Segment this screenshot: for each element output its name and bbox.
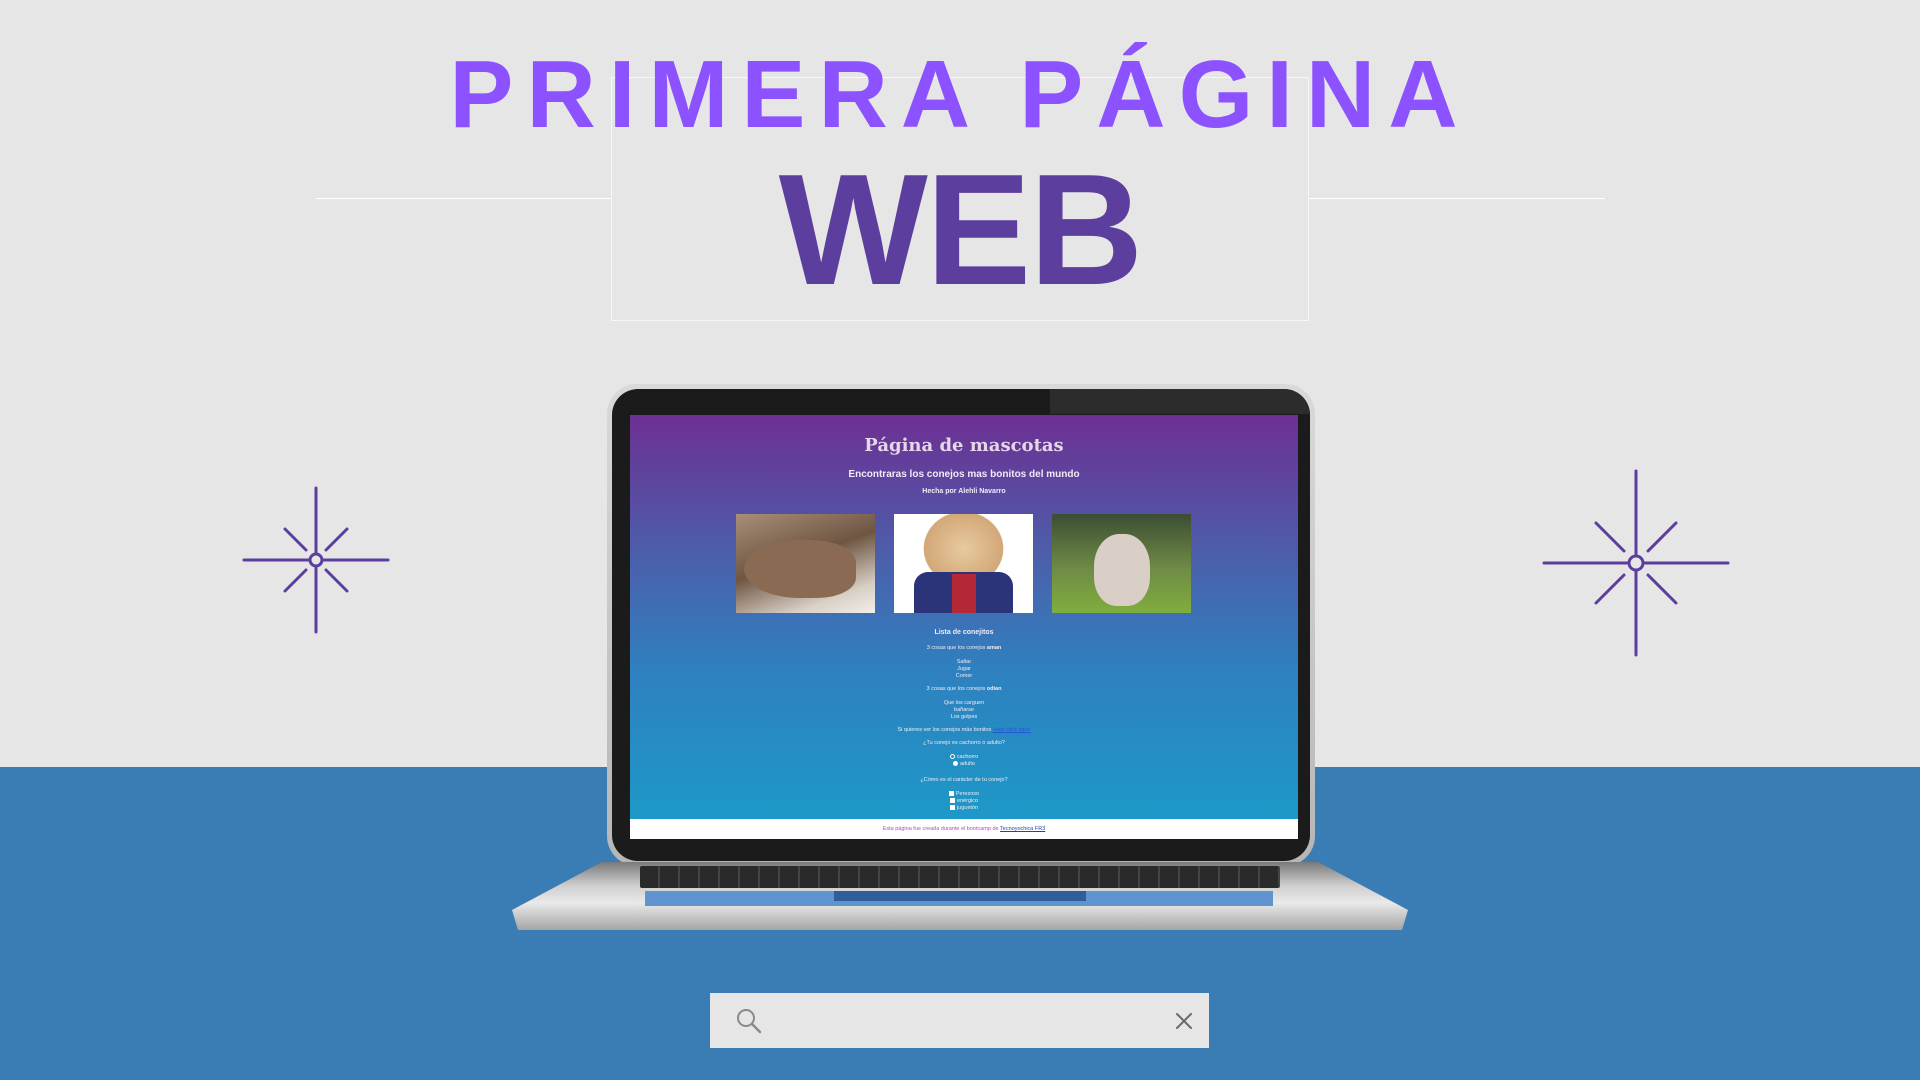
sparkle-left-icon xyxy=(242,486,390,634)
hates-line: 3 cosas que los conejos odian xyxy=(630,686,1298,693)
checkbox-label: Perezoso xyxy=(955,791,980,797)
screen-page-title: Página de mascotas xyxy=(864,435,1064,456)
list-item: Jugar xyxy=(957,666,971,672)
rabbit-shape xyxy=(744,540,856,598)
radio-option-adulto[interactable]: adulto xyxy=(630,761,1298,768)
loves-intro: 3 cosas que los conejos xyxy=(926,645,987,651)
laptop-keyboard xyxy=(640,866,1280,888)
lop-rabbit-shape xyxy=(1094,534,1150,606)
question-age: ¿Tu conejo es cachorro o adulto? xyxy=(923,740,1005,746)
checkbox-icon[interactable] xyxy=(949,805,955,811)
laptop-screen: Página de mascotas Encontraras los conej… xyxy=(630,415,1298,839)
puppy-in-suit-photo xyxy=(894,514,1033,613)
sparkle-right-icon xyxy=(1542,469,1730,657)
checkbox-option-energico[interactable]: enérgico xyxy=(630,798,1298,805)
list-heading: Lista de conejitos xyxy=(934,629,994,636)
screen-footer: Esta página fue creada durante el bootca… xyxy=(630,819,1298,839)
list-item: Comer xyxy=(955,673,973,679)
footer-text: Esta página fue creada durante el bootca… xyxy=(882,826,1001,832)
more-text: Si quieres ver los conejos más bonitos xyxy=(897,727,993,733)
hates-bold: odian xyxy=(986,686,1002,692)
radio-option-cachorro[interactable]: cachorro xyxy=(630,754,1298,761)
loves-bold: aman xyxy=(986,645,1002,651)
search-input[interactable] xyxy=(772,1001,1152,1041)
search-icon[interactable] xyxy=(736,1008,762,1034)
list-item: Que los carguen xyxy=(943,700,985,706)
lop-rabbit-photo xyxy=(1052,514,1191,613)
character-options: Perezoso enérgico juguetón xyxy=(630,791,1298,812)
radio-icon[interactable] xyxy=(949,754,955,760)
checkbox-label: juguetón xyxy=(956,805,979,811)
list-item: Los golpes xyxy=(950,714,978,720)
screen-subtitle: Encontraras los conejos mas bonitos del … xyxy=(848,469,1080,480)
screen-author: Hecha por Alehli Navarro xyxy=(922,488,1006,495)
radio-selected-icon[interactable] xyxy=(953,761,958,767)
checkbox-icon[interactable] xyxy=(948,791,954,797)
list-item: bañarse xyxy=(954,707,974,713)
checkbox-icon[interactable] xyxy=(949,798,955,804)
headline-line-1: PRIMERA PÁGINA xyxy=(449,41,1471,148)
radio-label: adulto xyxy=(960,761,975,767)
more-link[interactable]: ¡Haz click aquí! xyxy=(993,727,1031,733)
radio-label: cachorro xyxy=(956,754,979,760)
question-character: ¿Cómo es el carácter de tu conejo? xyxy=(920,777,1008,783)
tie-shape xyxy=(952,574,976,613)
checkbox-option-jugueton[interactable]: juguetón xyxy=(630,805,1298,812)
checkbox-option-perezoso[interactable]: Perezoso xyxy=(630,791,1298,798)
rabbit-photo xyxy=(736,514,875,613)
loves-list: Saltar Jugar Comer xyxy=(630,659,1298,680)
hates-list: Que los carguen bañarse Los golpes xyxy=(630,700,1298,721)
checkbox-label: enérgico xyxy=(956,798,979,804)
more-line: Si quieres ver los conejos más bonitos ¡… xyxy=(630,727,1298,734)
age-options: cachorro adulto xyxy=(630,754,1298,768)
hates-intro: 3 cosas que los conejos xyxy=(926,686,987,692)
laptop-trackpad xyxy=(834,891,1086,901)
footer-link[interactable]: Tecnoyochica FR3 xyxy=(1000,826,1045,832)
search-bar[interactable] xyxy=(710,993,1209,1048)
loves-line: 3 cosas que los conejos aman xyxy=(630,645,1298,652)
headline-line-2: WEB xyxy=(778,142,1144,318)
list-item: Saltar xyxy=(956,659,972,665)
bezel-glare xyxy=(1050,389,1310,414)
close-icon[interactable] xyxy=(1175,1012,1193,1030)
